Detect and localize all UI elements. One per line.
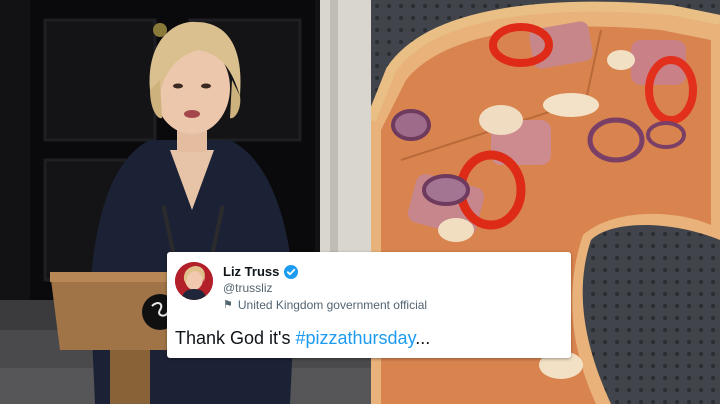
author-name[interactable]: Liz Truss [223,264,279,279]
avatar-portrait [175,262,213,300]
tweet-text: Thank God it's #pizzathursday... [175,328,430,349]
author-avatar[interactable] [175,262,213,300]
door-knocker [153,23,167,37]
tweet-text-prefix: Thank God it's [175,328,296,348]
tweet-text-suffix: ... [415,328,431,348]
hashtag-link[interactable]: #pizzathursday [296,328,416,348]
flag-icon: ⚑ [223,298,233,311]
author-line: Liz Truss [223,263,299,280]
affiliation-text: United Kingdom government official [237,298,428,312]
tweet-card[interactable]: Liz Truss @trussliz ⚑ United Kingdom gov… [167,252,571,358]
verified-badge-icon [284,264,299,279]
author-handle[interactable]: @trussliz [223,281,273,295]
affiliation-label: ⚑ United Kingdom government official [223,298,427,312]
